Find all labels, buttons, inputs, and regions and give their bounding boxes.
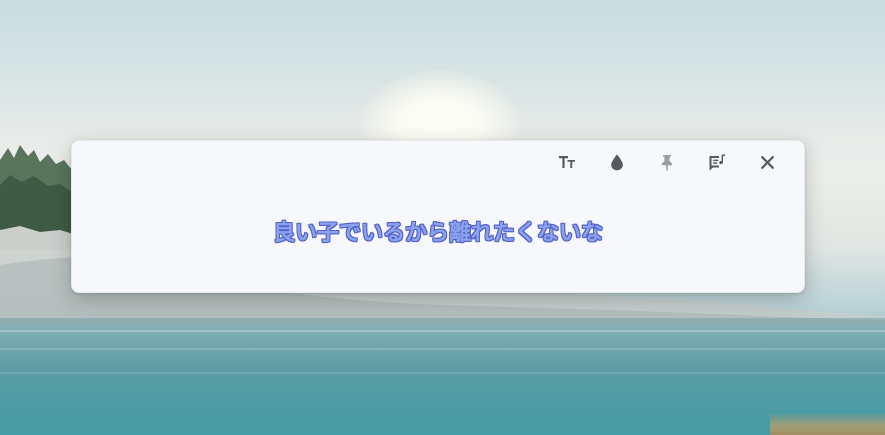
desktop-lyrics-window[interactable]: 良い子でいるから離れたくないな — [71, 140, 805, 293]
lyric-line: 良い子でいるから離れたくないな — [272, 221, 603, 246]
close-button[interactable] — [742, 147, 792, 177]
lyrics-settings-button[interactable] — [692, 147, 742, 177]
lyrics-settings-icon — [709, 153, 725, 170]
pin-icon — [661, 154, 673, 170]
color-button[interactable] — [592, 147, 642, 177]
color-drop-icon — [611, 154, 623, 170]
wallpaper-lake — [0, 318, 885, 435]
water-reflection — [0, 330, 885, 332]
wallpaper-trees — [0, 145, 80, 250]
wallpaper-grass — [770, 412, 885, 435]
font-size-button[interactable] — [542, 147, 592, 177]
font-size-icon — [559, 156, 575, 168]
close-icon — [760, 155, 774, 169]
pin-button[interactable] — [642, 147, 692, 177]
water-reflection — [0, 348, 885, 350]
lyrics-toolbar — [542, 147, 792, 177]
water-reflection — [0, 372, 885, 374]
